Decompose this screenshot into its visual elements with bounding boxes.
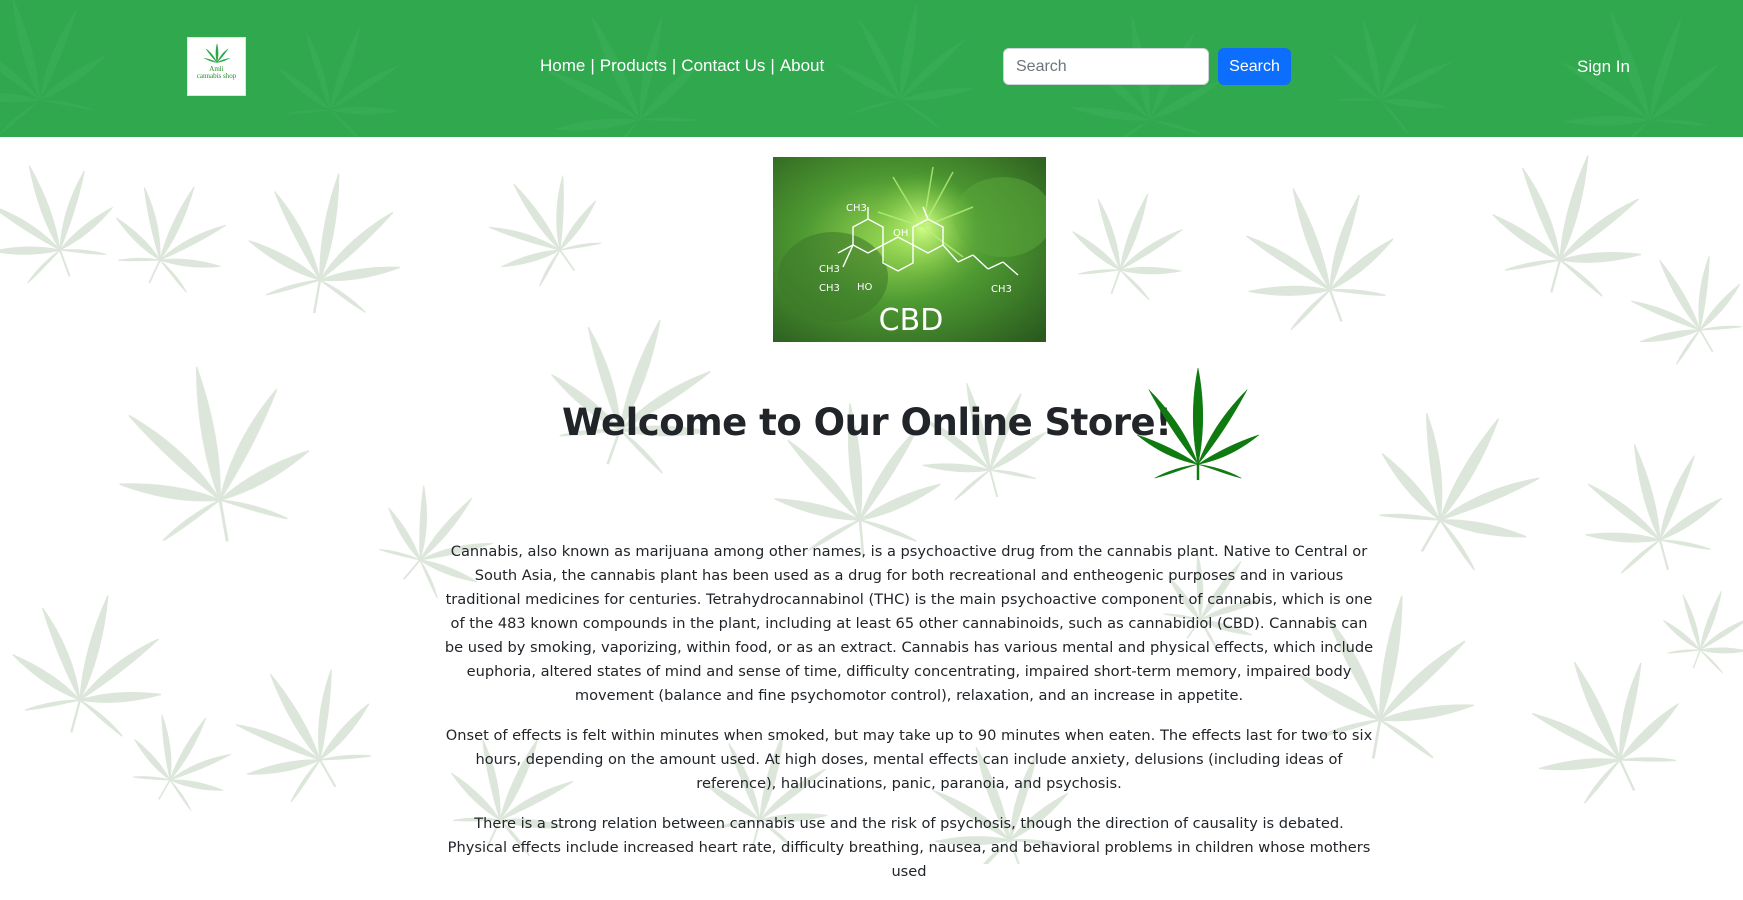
logo-tagline: cannabis shop: [196, 72, 237, 80]
nav-link-products[interactable]: Products: [600, 56, 667, 76]
intro-paragraph: Cannabis, also known as marijuana among …: [444, 543, 1374, 704]
search-button[interactable]: Search: [1218, 48, 1291, 85]
nav-link-home[interactable]: Home: [540, 56, 585, 76]
molecule-label: HO: [857, 282, 873, 293]
navbar-leaf-pattern: [0, 0, 1741, 137]
nav-separator: |: [770, 56, 775, 75]
nav-link-about[interactable]: About: [780, 56, 824, 76]
nav-separator: |: [590, 56, 595, 75]
intro-text: Cannabis, also known as marijuana among …: [444, 540, 1374, 900]
cannabis-leaf-icon: [203, 43, 230, 63]
intro-paragraph: Onset of effects is felt within minutes …: [445, 727, 1373, 792]
cbd-image-label: CBD: [879, 303, 944, 338]
molecule-label: OH: [893, 228, 908, 239]
page-title: Welcome to Our Online Store!: [562, 401, 1172, 444]
cbd-hero-image: CH3 OH CH3 CH3 HO CH3 CBD: [773, 157, 1046, 342]
logo-text: Amli cannabis shop: [197, 66, 236, 80]
molecule-label: CH3: [991, 284, 1012, 295]
main-nav: Home | Products | Contact Us | About: [540, 56, 824, 76]
molecule-label: CH3: [819, 283, 840, 294]
site-logo[interactable]: Amli cannabis shop: [187, 37, 246, 96]
nav-separator: |: [671, 56, 677, 75]
sign-in-link[interactable]: Sign In: [1577, 57, 1630, 77]
molecule-label: CH3: [846, 203, 867, 214]
molecule-label: CH3: [819, 264, 840, 275]
search-input[interactable]: [1003, 48, 1209, 85]
cannabis-leaf-icon: [1137, 367, 1259, 481]
navbar: Amli cannabis shop Home | Products | Con…: [0, 0, 1743, 137]
intro-paragraph: There is a strong relation between canna…: [447, 815, 1371, 880]
nav-link-contact-us[interactable]: Contact Us: [681, 56, 765, 76]
